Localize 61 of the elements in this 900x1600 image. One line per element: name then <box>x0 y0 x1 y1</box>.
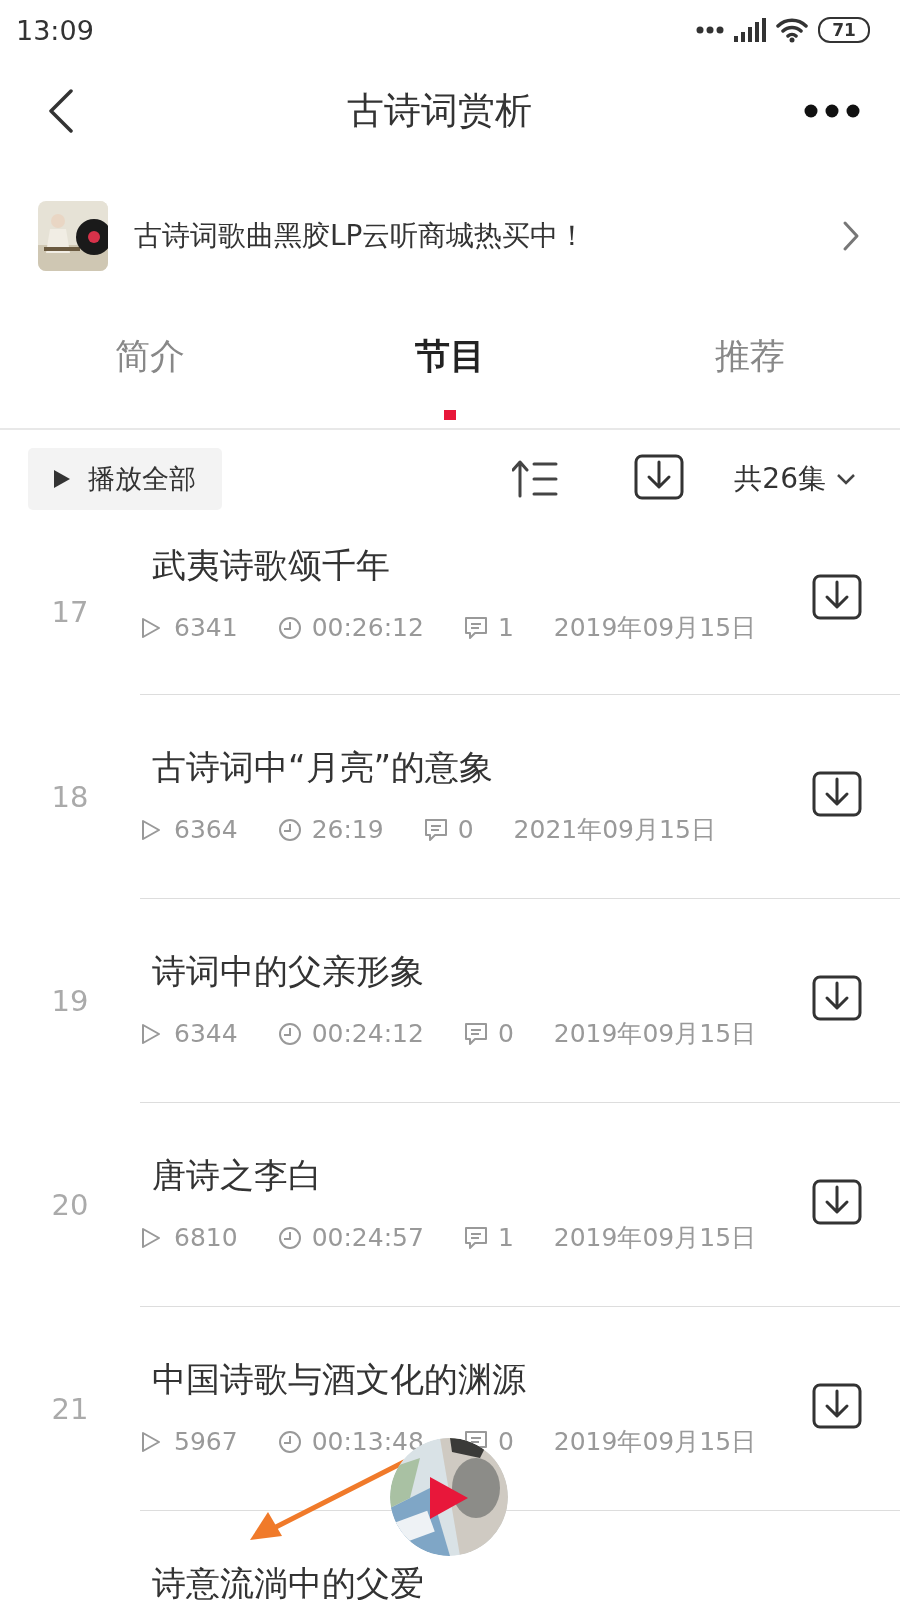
caret-icon <box>836 473 856 485</box>
tab-indicator <box>444 410 456 420</box>
tab[interactable]: 推荐 <box>600 304 900 428</box>
episode-title[interactable]: 中国诗歌与酒文化的渊源 <box>152 1357 812 1401</box>
episode-number: 17 <box>50 593 90 631</box>
episode-number: 18 <box>50 779 90 816</box>
battery-indicator: 71 <box>818 17 870 43</box>
episode-number: 20 <box>50 1187 90 1224</box>
wifi-icon <box>776 17 808 43</box>
episode-count-dropdown[interactable]: 共26集 <box>734 460 856 498</box>
more-dots-icon <box>696 26 724 34</box>
download-icon[interactable] <box>634 452 685 502</box>
episode-number: 21 <box>50 1391 90 1428</box>
tab[interactable]: 节目 <box>300 304 600 428</box>
episode-date: 2019年09月15日 <box>553 1019 757 1049</box>
play-icon <box>54 470 70 488</box>
episode-title[interactable]: 诗意流淌中的父爱 <box>152 1561 900 1600</box>
play-all-button[interactable]: 播放全部 <box>28 448 222 510</box>
clock-icon <box>277 1430 302 1454</box>
play-count: 5967 <box>174 1427 238 1457</box>
episode-duration: 00:24:12 <box>311 1019 424 1049</box>
comment-count: 0 <box>457 815 474 845</box>
play-count: 6341 <box>174 613 238 643</box>
more-icon[interactable] <box>804 104 860 118</box>
clock-icon <box>277 1022 302 1046</box>
status-time: 13:09 <box>16 14 94 46</box>
clock-icon <box>277 818 302 842</box>
comment-icon <box>463 1226 488 1250</box>
clock-icon <box>277 1226 302 1250</box>
episode-duration: 00:26:12 <box>311 613 424 643</box>
signal-icon <box>734 18 766 42</box>
episode-title[interactable]: 古诗词中“月亮”的意象 <box>152 745 812 789</box>
episode-title[interactable]: 唐诗之李白 <box>152 1153 812 1197</box>
play-count: 6344 <box>174 1019 238 1049</box>
episode-duration: 00:13:48 <box>311 1427 424 1457</box>
episode-date: 2019年09月15日 <box>553 613 757 643</box>
promo-text[interactable]: 古诗词歌曲黑胶LP云听商城热买中！ <box>134 217 816 255</box>
page-title: 古诗词赏析 <box>346 88 532 134</box>
comment-icon <box>463 616 488 640</box>
clock-icon <box>277 616 302 640</box>
comment-count: 1 <box>497 613 514 643</box>
chevron-right-icon[interactable] <box>842 220 860 252</box>
comment-count: 1 <box>497 1223 514 1253</box>
comment-count: 0 <box>497 1019 514 1049</box>
episode-title[interactable]: 武夷诗歌颂千年 <box>152 543 812 587</box>
comment-count: 0 <box>497 1427 514 1457</box>
episode-date: 2019年09月15日 <box>553 1427 757 1457</box>
episode-duration: 26:19 <box>311 815 384 845</box>
comment-icon <box>423 818 448 842</box>
play-count: 6810 <box>174 1223 238 1253</box>
episode-date: 2021年09月15日 <box>513 815 716 845</box>
play-count: 6364 <box>174 815 238 845</box>
episode-date: 2019年09月15日 <box>553 1223 757 1253</box>
episode-duration: 00:24:57 <box>311 1223 424 1253</box>
episode-title[interactable]: 诗词中的父亲形象 <box>152 949 812 993</box>
sort-icon[interactable] <box>512 460 559 498</box>
back-icon[interactable] <box>48 89 74 133</box>
tab[interactable]: 简介 <box>0 304 300 428</box>
episode-number: 19 <box>50 983 90 1020</box>
play-icon[interactable] <box>430 1477 468 1519</box>
comment-icon <box>463 1022 488 1046</box>
